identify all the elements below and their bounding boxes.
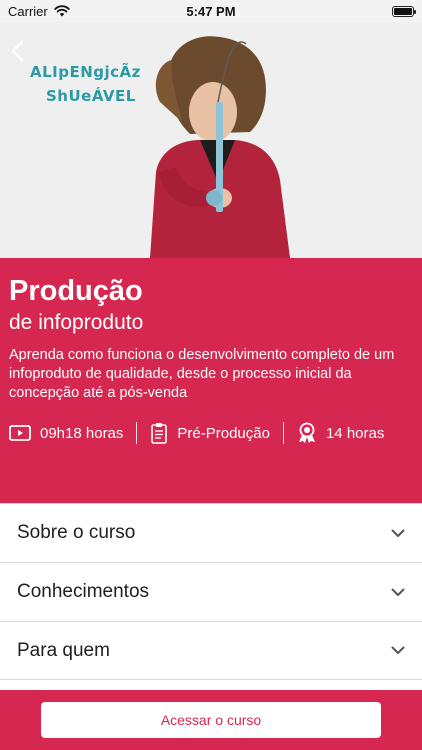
course-subtitle: de infoproduto <box>9 311 144 334</box>
chevron-left-icon <box>11 40 24 62</box>
battery-icon <box>392 5 416 17</box>
course-info-panel: Produção de infoproduto Aprenda como fun… <box>0 258 422 504</box>
stat-duration-label: 09h18 horas <box>40 424 124 442</box>
stat-stage: Pré-Produção <box>150 422 270 444</box>
course-accordion: Sobre o curso Conhecimentos Para quem <box>0 503 422 680</box>
course-title: Produção <box>9 275 143 307</box>
hero-photo <box>0 22 422 258</box>
hero-logo-line2: ShUeÁVEL <box>46 87 136 105</box>
accordion-item-conhecimentos[interactable]: Conhecimentos <box>0 562 422 621</box>
access-course-button[interactable]: Acessar o curso <box>41 702 381 738</box>
carrier-label: Carrier <box>8 3 48 19</box>
accordion-item-label: Sobre o curso <box>17 522 136 543</box>
stat-certificate-label: 14 horas <box>325 424 385 442</box>
chevron-down-icon <box>391 646 405 655</box>
stat-divider <box>282 422 284 444</box>
battery-level <box>394 7 412 15</box>
course-description: Aprenda como funciona o desenvolvimento … <box>9 347 395 401</box>
chevron-down-icon <box>391 588 405 597</box>
course-stats: 09h18 horas Pré-Produção 14 horas <box>9 421 413 445</box>
hero-logo: ALIpENgjcÃz ShUeÁVEL <box>30 60 150 108</box>
hero-logo-line1: ALIpENgjcÃz <box>30 63 141 81</box>
accordion-item-sobre[interactable]: Sobre o curso <box>0 503 422 562</box>
chevron-down-icon <box>391 529 405 538</box>
video-icon <box>9 424 31 442</box>
accordion-item-label: Para quem <box>17 639 110 661</box>
status-left: Carrier <box>8 4 70 19</box>
stat-stage-label: Pré-Produção <box>177 424 270 442</box>
award-icon <box>297 422 317 444</box>
stat-certificate: 14 horas <box>297 422 384 444</box>
wifi-icon <box>54 5 70 17</box>
status-bar: Carrier 5:47 PM <box>0 0 422 22</box>
clipboard-icon <box>150 422 168 444</box>
accordion-item-para-quem[interactable]: Para quem <box>0 621 422 680</box>
accordion-item-label: Conhecimentos <box>17 581 150 602</box>
stat-divider <box>136 422 138 444</box>
hero-image: ALIpENgjcÃz ShUeÁVEL <box>0 22 422 258</box>
stat-duration: 09h18 horas <box>9 424 123 442</box>
footer-bar: Acessar o curso <box>0 690 422 750</box>
